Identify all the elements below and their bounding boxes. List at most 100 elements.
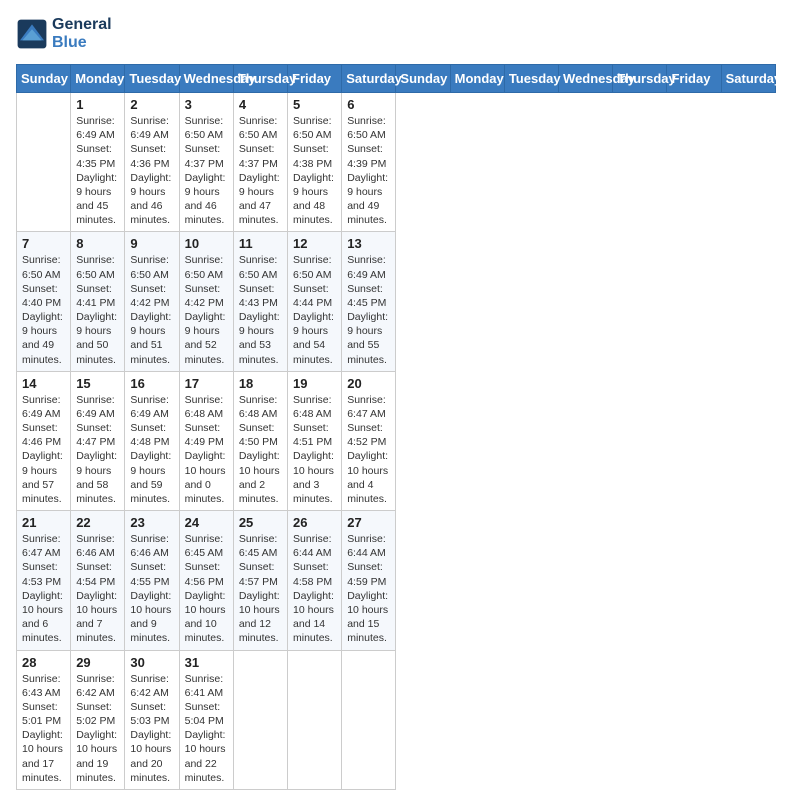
day-number: 11 <box>239 236 282 251</box>
day-number: 21 <box>22 515 65 530</box>
cell-content: Sunrise: 6:50 AMSunset: 4:38 PMDaylight:… <box>293 114 336 227</box>
day-number: 8 <box>76 236 119 251</box>
day-header-wednesday: Wednesday <box>179 65 233 93</box>
cell-content: Sunrise: 6:49 AMSunset: 4:46 PMDaylight:… <box>22 393 65 506</box>
calendar-cell <box>233 650 287 789</box>
day-number: 1 <box>76 97 119 112</box>
day-number: 23 <box>130 515 173 530</box>
day-number: 27 <box>347 515 390 530</box>
day-number: 3 <box>185 97 228 112</box>
calendar-cell: 9 Sunrise: 6:50 AMSunset: 4:42 PMDaylight… <box>125 232 179 371</box>
calendar-week-4: 21 Sunrise: 6:47 AMSunset: 4:53 PMDayligh… <box>17 511 776 650</box>
calendar-cell: 24Sunrise: 6:45 AMSunset: 4:56 PMDayligh… <box>179 511 233 650</box>
day-number: 9 <box>130 236 173 251</box>
day-header-sunday: Sunday <box>396 65 450 93</box>
day-header-friday: Friday <box>667 65 721 93</box>
calendar-cell: 1Sunrise: 6:49 AMSunset: 4:35 PMDaylight… <box>71 93 125 232</box>
calendar-cell: 7Sunrise: 6:50 AMSunset: 4:40 PMDaylight… <box>17 232 71 371</box>
logo-icon <box>16 18 48 50</box>
cell-content: Sunrise: 6:42 AMSunset: 5:03 PMDaylight:… <box>130 672 173 785</box>
calendar-cell: 20Sunrise: 6:47 AMSunset: 4:52 PMDayligh… <box>342 371 396 510</box>
calendar-week-3: 14Sunrise: 6:49 AMSunset: 4:46 PMDayligh… <box>17 371 776 510</box>
cell-content: Sunrise: 6:50 AMSunset: 4:43 PMDaylight:… <box>239 253 282 366</box>
day-number: 28 <box>22 655 65 670</box>
day-number: 13 <box>347 236 390 251</box>
calendar-cell: 8 Sunrise: 6:50 AMSunset: 4:41 PMDaylight… <box>71 232 125 371</box>
cell-content: Sunrise: 6:50 AMSunset: 4:42 PMDaylight:… <box>185 253 228 366</box>
cell-content: Sunrise: 6:49 AMSunset: 4:45 PMDaylight:… <box>347 253 390 366</box>
day-number: 22 <box>76 515 119 530</box>
cell-content: Sunrise: 6:44 AMSunset: 4:58 PMDaylight:… <box>293 532 336 645</box>
cell-content: Sunrise: 6:50 AMSunset: 4:41 PMDaylight:… <box>76 253 119 366</box>
day-header-saturday: Saturday <box>721 65 775 93</box>
cell-content: Sunrise: 6:41 AMSunset: 5:04 PMDaylight:… <box>185 672 228 785</box>
day-number: 19 <box>293 376 336 391</box>
calendar-cell: 23 Sunrise: 6:46 AMSunset: 4:55 PMDayligh… <box>125 511 179 650</box>
calendar-cell: 13 Sunrise: 6:49 AMSunset: 4:45 PMDayligh… <box>342 232 396 371</box>
calendar-cell: 15 Sunrise: 6:49 AMSunset: 4:47 PMDayligh… <box>71 371 125 510</box>
calendar-cell: 18 Sunrise: 6:48 AMSunset: 4:50 PMDayligh… <box>233 371 287 510</box>
cell-content: Sunrise: 6:44 AMSunset: 4:59 PMDaylight:… <box>347 532 390 645</box>
cell-content: Sunrise: 6:43 AMSunset: 5:01 PMDaylight:… <box>22 672 65 785</box>
calendar-cell <box>17 93 71 232</box>
cell-content: Sunrise: 6:49 AMSunset: 4:47 PMDaylight:… <box>76 393 119 506</box>
cell-content: Sunrise: 6:49 AMSunset: 4:48 PMDaylight:… <box>130 393 173 506</box>
calendar-cell: 31 Sunrise: 6:41 AMSunset: 5:04 PMDayligh… <box>179 650 233 789</box>
calendar-cell: 25 Sunrise: 6:45 AMSunset: 4:57 PMDayligh… <box>233 511 287 650</box>
cell-content: Sunrise: 6:49 AMSunset: 4:36 PMDaylight:… <box>130 114 173 227</box>
calendar-cell: 27 Sunrise: 6:44 AMSunset: 4:59 PMDayligh… <box>342 511 396 650</box>
cell-content: Sunrise: 6:50 AMSunset: 4:39 PMDaylight:… <box>347 114 390 227</box>
cell-content: Sunrise: 6:46 AMSunset: 4:54 PMDaylight:… <box>76 532 119 645</box>
page-header: General Blue <box>16 16 776 52</box>
cell-content: Sunrise: 6:45 AMSunset: 4:57 PMDaylight:… <box>239 532 282 645</box>
calendar-week-5: 28 Sunrise: 6:43 AMSunset: 5:01 PMDayligh… <box>17 650 776 789</box>
calendar-cell: 29 Sunrise: 6:42 AMSunset: 5:02 PMDayligh… <box>71 650 125 789</box>
day-number: 29 <box>76 655 119 670</box>
calendar-cell: 14Sunrise: 6:49 AMSunset: 4:46 PMDayligh… <box>17 371 71 510</box>
cell-content: Sunrise: 6:45 AMSunset: 4:56 PMDaylight:… <box>185 532 228 645</box>
day-header-tuesday: Tuesday <box>504 65 558 93</box>
calendar-cell: 22 Sunrise: 6:46 AMSunset: 4:54 PMDayligh… <box>71 511 125 650</box>
calendar-cell: 16 Sunrise: 6:49 AMSunset: 4:48 PMDayligh… <box>125 371 179 510</box>
calendar-cell <box>288 650 342 789</box>
header-row: SundayMondayTuesdayWednesdayThursdayFrid… <box>17 65 776 93</box>
calendar-cell: 30Sunrise: 6:42 AMSunset: 5:03 PMDayligh… <box>125 650 179 789</box>
logo-text: General Blue <box>52 16 112 52</box>
day-number: 26 <box>293 515 336 530</box>
calendar-cell: 6 Sunrise: 6:50 AMSunset: 4:39 PMDaylight… <box>342 93 396 232</box>
day-header-monday: Monday <box>450 65 504 93</box>
calendar-week-2: 7Sunrise: 6:50 AMSunset: 4:40 PMDaylight… <box>17 232 776 371</box>
calendar-cell: 28 Sunrise: 6:43 AMSunset: 5:01 PMDayligh… <box>17 650 71 789</box>
calendar-cell: 11 Sunrise: 6:50 AMSunset: 4:43 PMDayligh… <box>233 232 287 371</box>
day-header-sunday: Sunday <box>17 65 71 93</box>
calendar-cell: 19 Sunrise: 6:48 AMSunset: 4:51 PMDayligh… <box>288 371 342 510</box>
calendar-cell: 26 Sunrise: 6:44 AMSunset: 4:58 PMDayligh… <box>288 511 342 650</box>
cell-content: Sunrise: 6:48 AMSunset: 4:50 PMDaylight:… <box>239 393 282 506</box>
cell-content: Sunrise: 6:42 AMSunset: 5:02 PMDaylight:… <box>76 672 119 785</box>
cell-content: Sunrise: 6:47 AMSunset: 4:53 PMDaylight:… <box>22 532 65 645</box>
day-header-thursday: Thursday <box>233 65 287 93</box>
cell-content: Sunrise: 6:48 AMSunset: 4:51 PMDaylight:… <box>293 393 336 506</box>
day-number: 4 <box>239 97 282 112</box>
cell-content: Sunrise: 6:50 AMSunset: 4:42 PMDaylight:… <box>130 253 173 366</box>
calendar-cell: 4Sunrise: 6:50 AMSunset: 4:37 PMDaylight… <box>233 93 287 232</box>
cell-content: Sunrise: 6:50 AMSunset: 4:44 PMDaylight:… <box>293 253 336 366</box>
day-number: 18 <box>239 376 282 391</box>
day-number: 25 <box>239 515 282 530</box>
day-header-tuesday: Tuesday <box>125 65 179 93</box>
day-number: 15 <box>76 376 119 391</box>
day-number: 6 <box>347 97 390 112</box>
day-number: 17 <box>185 376 228 391</box>
day-number: 10 <box>185 236 228 251</box>
cell-content: Sunrise: 6:50 AMSunset: 4:40 PMDaylight:… <box>22 253 65 366</box>
day-number: 16 <box>130 376 173 391</box>
cell-content: Sunrise: 6:46 AMSunset: 4:55 PMDaylight:… <box>130 532 173 645</box>
cell-content: Sunrise: 6:47 AMSunset: 4:52 PMDaylight:… <box>347 393 390 506</box>
logo: General Blue <box>16 16 112 52</box>
day-number: 31 <box>185 655 228 670</box>
calendar-cell: 21 Sunrise: 6:47 AMSunset: 4:53 PMDayligh… <box>17 511 71 650</box>
calendar-cell: 10 Sunrise: 6:50 AMSunset: 4:42 PMDayligh… <box>179 232 233 371</box>
calendar-cell: 17Sunrise: 6:48 AMSunset: 4:49 PMDayligh… <box>179 371 233 510</box>
day-header-thursday: Thursday <box>613 65 667 93</box>
day-header-wednesday: Wednesday <box>559 65 613 93</box>
